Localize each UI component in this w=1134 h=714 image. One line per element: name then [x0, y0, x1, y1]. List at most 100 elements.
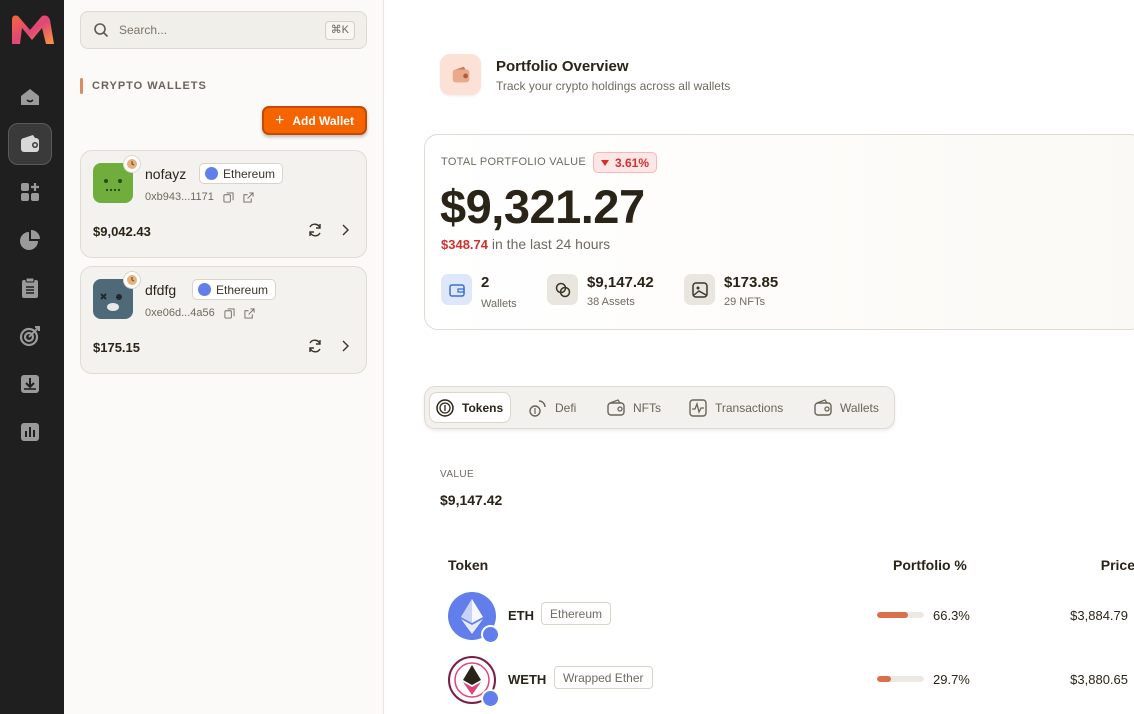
- chevron-right-icon[interactable]: [338, 223, 352, 237]
- main-content: Portfolio Overview Track your crypto hol…: [384, 0, 1134, 714]
- token-symbol: ETH: [508, 608, 534, 623]
- rail-reports-button[interactable]: [8, 411, 52, 453]
- total-portfolio-value: $9,321.27: [440, 180, 645, 233]
- external-link-icon[interactable]: [243, 191, 254, 203]
- rail-tasks-button[interactable]: [8, 267, 52, 309]
- refresh-icon[interactable]: [307, 338, 323, 354]
- portfolio-percent: 66.3%: [933, 608, 970, 623]
- wallet-address: 0xb943...1171: [145, 191, 214, 203]
- chain-name: Ethereum: [223, 166, 276, 181]
- add-wallet-label: Add Wallet: [292, 113, 354, 128]
- token-price: $3,880.65: [1070, 672, 1128, 687]
- search-input[interactable]: Search...: [119, 23, 167, 37]
- token-price: $3,884.79: [1070, 608, 1128, 623]
- rail-wallet-button[interactable]: [8, 123, 52, 165]
- change-percent: 3.61%: [615, 155, 650, 170]
- ethereum-chain-badge-icon: [481, 689, 500, 708]
- wallet-avatar: [93, 155, 141, 203]
- wallet-address-row: 0xb943...1171: [145, 191, 254, 203]
- wallet-name: dfdfg: [145, 282, 177, 298]
- table-row[interactable]: ETH Ethereum 66.3% $3,884.79: [448, 592, 1128, 644]
- apps-icon: [21, 183, 39, 201]
- crypto-wallets-heading: CRYPTO WALLETS: [80, 78, 207, 94]
- change-amount: $348.74: [441, 237, 488, 252]
- wallets-label: Wallets: [481, 298, 517, 310]
- plus-icon: +: [275, 111, 285, 129]
- search-box[interactable]: Search... ⌘K: [80, 11, 367, 49]
- defi-icon: [529, 399, 546, 417]
- coins-icon: [436, 398, 454, 417]
- tab-label: Transactions: [715, 400, 784, 415]
- crypto-wallets-label: CRYPTO WALLETS: [92, 80, 207, 92]
- column-header-price[interactable]: Price: [1101, 557, 1134, 573]
- search-icon: [94, 23, 109, 38]
- portfolio-bar: [877, 612, 924, 618]
- page-subtitle: Track your crypto holdings across all wa…: [496, 79, 731, 93]
- nfts-value: $173.85: [724, 274, 779, 291]
- ethereum-icon: [205, 167, 218, 180]
- token-name: Ethereum: [541, 602, 612, 625]
- column-header-token[interactable]: Token: [448, 557, 488, 573]
- down-triangle-icon: [601, 159, 609, 166]
- app-root: Search... ⌘K CRYPTO WALLETS + Add Wallet…: [0, 0, 1134, 714]
- column-header-portfolio[interactable]: Portfolio %: [893, 557, 967, 573]
- tab-label: NFTs: [633, 400, 661, 415]
- home-icon: [21, 89, 39, 105]
- tab-transactions[interactable]: Transactions: [683, 392, 790, 423]
- copy-icon[interactable]: [223, 191, 234, 203]
- rail-analytics-button[interactable]: [8, 219, 52, 261]
- refresh-icon[interactable]: [307, 222, 323, 238]
- portfolio-wallet-icon: [440, 54, 481, 95]
- rail-home-button[interactable]: [8, 76, 52, 118]
- tab-tokens[interactable]: Tokens: [429, 392, 512, 423]
- tab-label: Defi: [555, 400, 577, 415]
- wallet-address-row: 0xe06d...4a56: [145, 307, 255, 319]
- tab-defi[interactable]: Defi: [523, 392, 583, 423]
- app-logo[interactable]: [8, 10, 58, 48]
- rail-apps-button[interactable]: [8, 171, 52, 213]
- portfolio-summary-card: TOTAL PORTFOLIO VALUE 3.61% $9,321.27 $3…: [424, 134, 1134, 330]
- wallet-stat-icon: [441, 274, 472, 305]
- nft-stat-icon: [684, 274, 715, 305]
- change-text: in the last 24 hours: [488, 236, 611, 252]
- add-wallet-button[interactable]: + Add Wallet: [262, 106, 367, 135]
- external-link-icon[interactable]: [244, 307, 255, 319]
- tab-label: Tokens: [462, 400, 504, 415]
- icon-rail: [0, 0, 64, 714]
- clock-icon: [123, 271, 141, 289]
- portfolio-bar: [877, 676, 924, 682]
- page-title: Portfolio Overview: [496, 58, 629, 75]
- wallets-count: 2: [481, 274, 490, 291]
- section-accent-bar: [80, 78, 83, 94]
- wallet-address: 0xe06d...4a56: [145, 307, 215, 319]
- value-label: VALUE: [440, 469, 475, 480]
- copy-icon[interactable]: [224, 307, 235, 319]
- rail-import-button[interactable]: [8, 363, 52, 405]
- change-percent-badge: 3.61%: [593, 152, 658, 173]
- wallet-card[interactable]: nofayz Ethereum 0xb943...1171 $9,042.43: [80, 150, 367, 258]
- token-name: Wrapped Ether: [554, 666, 653, 689]
- target-icon: [19, 326, 40, 347]
- wallet-card[interactable]: dfdfg Ethereum 0xe06d...4a56 $175.15: [80, 266, 367, 374]
- bar-chart-icon: [21, 423, 39, 441]
- coins-stat-icon: [547, 274, 578, 305]
- tab-nfts[interactable]: NFTs: [601, 392, 668, 423]
- wallet-icon: [21, 135, 39, 152]
- rail-goals-button[interactable]: [8, 315, 52, 357]
- assets-value: $9,147.42: [587, 274, 654, 291]
- wallet-balance: $175.15: [93, 340, 140, 355]
- ethereum-icon: [198, 283, 211, 296]
- total-portfolio-label: TOTAL PORTFOLIO VALUE: [441, 156, 587, 168]
- download-tray-icon: [21, 375, 39, 393]
- image-wallet-icon: [607, 398, 625, 416]
- chain-badge: Ethereum: [199, 163, 284, 184]
- tab-label: Wallets: [840, 400, 879, 415]
- change-24h-row: $348.74 in the last 24 hours: [441, 236, 610, 252]
- table-row[interactable]: WETH Wrapped Ether 29.7% $3,880.65: [448, 656, 1128, 708]
- pie-chart-icon: [20, 230, 40, 250]
- chain-name: Ethereum: [216, 282, 269, 297]
- chevron-right-icon[interactable]: [338, 339, 352, 353]
- wallet-icon: [814, 398, 832, 416]
- portfolio-bar-fill: [877, 612, 909, 618]
- tab-wallets[interactable]: Wallets: [808, 392, 886, 423]
